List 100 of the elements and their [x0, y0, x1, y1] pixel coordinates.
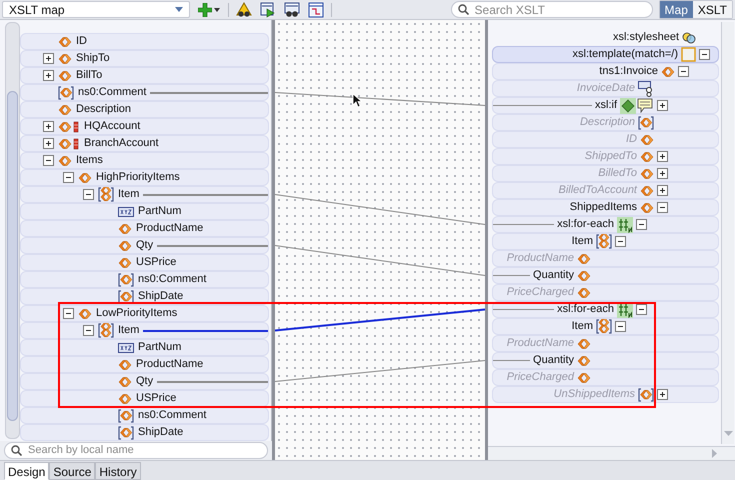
tree-row[interactable]: ProductName [20, 356, 269, 373]
run-toolbar-button[interactable] [259, 0, 277, 18]
collapse-icon[interactable] [636, 219, 647, 230]
node-label: HQAccount [84, 121, 140, 132]
bracketed-element-icon [118, 290, 134, 304]
tree-row[interactable]: ShipTo [20, 50, 269, 67]
tree-row[interactable]: PartNum [20, 339, 269, 356]
tree-row[interactable]: ShippedItems [492, 199, 719, 216]
expand-icon[interactable] [657, 389, 668, 400]
tree-row[interactable]: Items [20, 152, 269, 169]
tree-row[interactable]: tns1:Invoice [492, 63, 719, 80]
vertical-scrollbar[interactable] [5, 22, 20, 439]
collapse-icon[interactable] [615, 236, 626, 247]
bracketed-element-icon [118, 426, 134, 440]
node-label: Quantity [533, 270, 574, 281]
node-label: LowPriorityItems [96, 308, 178, 319]
tree-row[interactable]: ShipDate [20, 288, 269, 305]
tree-row[interactable]: xsl:for-each [492, 216, 719, 233]
editor-tab[interactable]: Source [49, 462, 96, 480]
editor-tab[interactable]: Design [4, 462, 50, 480]
choice-element-icon [58, 136, 80, 150]
element-icon [118, 374, 132, 388]
tree-row[interactable]: xsl:template(match=/) [492, 46, 719, 63]
tree-row[interactable]: HQAccount [20, 118, 269, 135]
tree-row[interactable]: HighPriorityItems [20, 169, 269, 186]
collapse-icon[interactable] [63, 172, 74, 183]
repeating-element-icon [596, 234, 612, 249]
expand-icon[interactable] [657, 168, 668, 179]
tree-row[interactable]: ns0:Comment [20, 407, 269, 424]
tree-row[interactable]: Item [492, 233, 719, 250]
tree-row[interactable]: PartNum [20, 203, 269, 220]
horizontal-scrollbar[interactable] [488, 446, 735, 460]
collapse-icon[interactable] [43, 155, 54, 166]
collapse-icon[interactable] [83, 325, 94, 336]
tree-row[interactable]: USPrice [20, 254, 269, 271]
tree-row[interactable]: ShipDate [20, 424, 269, 441]
expand-icon[interactable] [43, 138, 54, 149]
collapse-icon[interactable] [83, 189, 94, 200]
expand-icon[interactable] [43, 70, 54, 81]
element-icon [577, 354, 591, 368]
element-icon [118, 222, 132, 236]
tree-row[interactable]: xsl:stylesheet [492, 29, 719, 46]
tree-row[interactable]: ns0:Comment [20, 84, 269, 101]
tree-row[interactable]: xsl:for-each [492, 301, 719, 318]
collapse-icon[interactable] [699, 49, 710, 60]
search-input[interactable]: Search XSLT [474, 0, 646, 18]
warning-binoculars-icon [236, 2, 252, 18]
tree-row[interactable]: Item [20, 186, 269, 203]
tree-row[interactable]: Item [492, 318, 719, 335]
node-label: PartNum [138, 206, 182, 217]
warning-toolbar-button[interactable] [235, 0, 253, 18]
tree-row[interactable]: BranchAccount [20, 135, 269, 152]
expand-icon[interactable] [43, 121, 54, 132]
element-icon [58, 52, 72, 66]
add-button[interactable] [196, 2, 222, 16]
tree-row[interactable]: Qty [20, 373, 269, 390]
collapse-icon[interactable] [678, 66, 689, 77]
bracketed-element-icon [638, 116, 654, 130]
tree-row[interactable]: Quantity [492, 352, 719, 369]
collapse-icon[interactable] [636, 304, 647, 315]
search-bar[interactable]: Search XSLT [450, 1, 653, 18]
tree-row[interactable]: ProductName [20, 220, 269, 237]
tree-row[interactable]: xsl:if [492, 97, 719, 114]
text-field-icon [118, 206, 134, 216]
vertical-scrollbar[interactable] [721, 22, 734, 444]
collapse-icon[interactable] [657, 202, 668, 213]
node-label: ns0:Comment [138, 410, 206, 421]
tree-row[interactable]: ID [20, 33, 269, 50]
expand-icon[interactable] [657, 151, 668, 162]
test-toolbar-button[interactable] [283, 0, 301, 18]
node-label: ShipDate [138, 291, 184, 302]
tree-row[interactable]: Qty [20, 237, 269, 254]
expand-icon[interactable] [657, 185, 668, 196]
tree-row[interactable]: BillTo [20, 67, 269, 84]
node-label: Qty [136, 240, 154, 251]
node-label: ShippedTo [584, 151, 637, 162]
element-icon [118, 256, 132, 270]
editor-tab[interactable]: History [95, 462, 141, 480]
tree-row[interactable]: Item [20, 322, 269, 339]
tree-row[interactable]: USPrice [20, 390, 269, 407]
node-label: xsl:if [595, 100, 617, 111]
element-icon [58, 34, 72, 48]
expand-icon[interactable] [657, 100, 668, 111]
expand-icon[interactable] [43, 53, 54, 64]
scrollbar-thumb[interactable] [7, 91, 18, 421]
node-label: PriceCharged [506, 372, 574, 383]
tree-row[interactable]: Description [20, 101, 269, 118]
loop-icon [617, 216, 633, 232]
collapse-icon[interactable] [63, 308, 74, 319]
node-label: Description [76, 104, 132, 115]
tree-row[interactable]: LowPriorityItems [20, 305, 269, 322]
tree-row[interactable]: Quantity [492, 267, 719, 284]
choice-element-icon [58, 120, 80, 134]
tree-row[interactable]: ns0:Comment [20, 271, 269, 288]
view-toggle[interactable]: XSLT [692, 1, 732, 18]
mapping-line[interactable] [275, 308, 485, 332]
view-toggle[interactable]: Map [660, 1, 693, 18]
layout-toolbar-button[interactable] [307, 0, 325, 18]
collapse-icon[interactable] [615, 321, 626, 332]
map-select[interactable]: XSLT map [2, 1, 190, 18]
